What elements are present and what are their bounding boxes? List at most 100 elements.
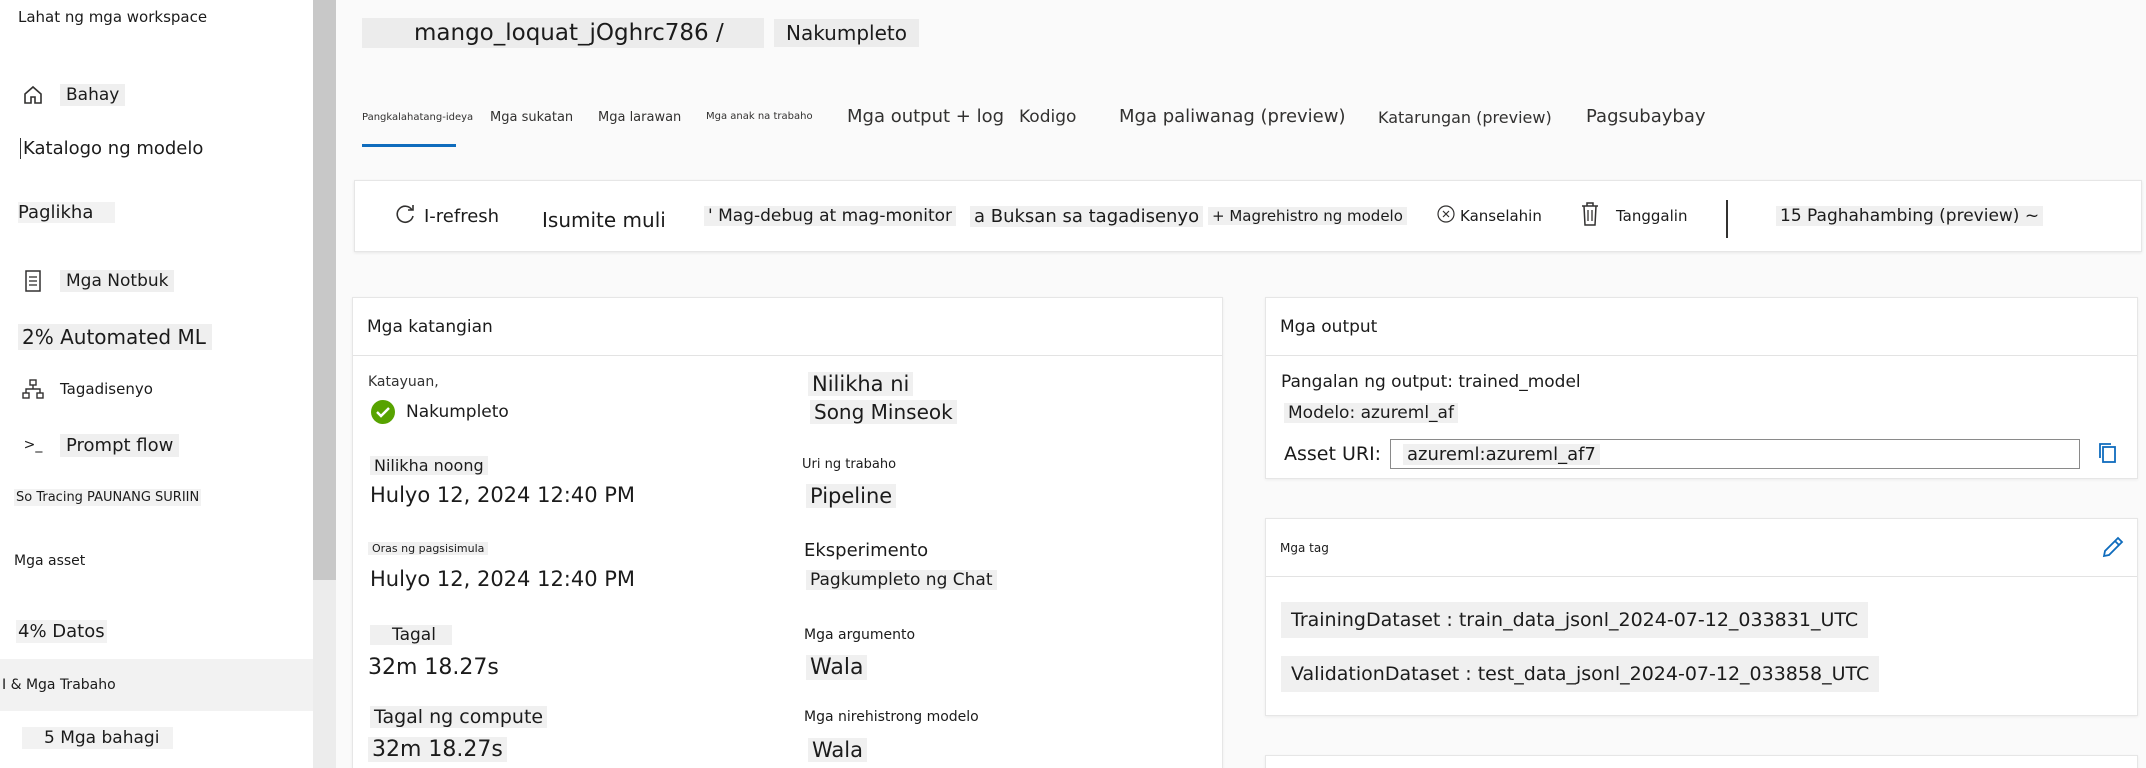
- tag-validation-dataset: ValidationDataset : test_data_jsonl_2024…: [1281, 656, 1880, 692]
- sidebar-section-authoring: Paglikha: [18, 202, 116, 223]
- tag-training-dataset: TrainingDataset : train_data_jsonl_2024-…: [1281, 602, 1869, 638]
- experiment-value[interactable]: Pagkumpleto ng Chat: [806, 570, 997, 590]
- sidebar-section-label: Paglikha: [18, 202, 116, 223]
- duration-value: 32m 18.27s: [368, 655, 499, 680]
- tab-explanations[interactable]: Mga paliwanag (preview): [1119, 106, 1346, 127]
- sidebar-item-label: So Tracing PAUNANG SURIIN: [14, 489, 202, 506]
- job-header: mango_loquat_jOghrc786 / Nakumpleto: [362, 18, 919, 48]
- start-time-label: Oras ng pagsisimula: [368, 542, 489, 555]
- open-designer-label: a Buksan sa tagadisenyo: [970, 205, 1204, 227]
- sidebar: Lahat ng mga workspace Bahay Katalogo ng…: [0, 0, 313, 768]
- sidebar-item-notebooks[interactable]: Mga Notbuk: [20, 268, 175, 294]
- resubmit-button[interactable]: Isumite muli: [542, 184, 666, 256]
- job-type-value: Pipeline: [806, 484, 897, 508]
- edit-tags-icon[interactable]: [2100, 534, 2126, 564]
- tab-monitoring[interactable]: Pagsubaybay: [1586, 106, 1706, 127]
- designer-icon: [20, 376, 46, 402]
- sidebar-item-jobs[interactable]: I & Mga Trabaho: [0, 659, 313, 711]
- copy-icon[interactable]: [2096, 441, 2118, 469]
- asset-uri-value: azureml:azureml_af7: [1403, 443, 1600, 465]
- sidebar-item-home[interactable]: Bahay: [20, 82, 126, 108]
- home-icon: [20, 82, 46, 108]
- sidebar-item-label: Mga Notbuk: [60, 270, 175, 292]
- registered-models-label: Mga nirehistrong modelo: [804, 709, 979, 725]
- sidebar-section-label: Mga asset: [14, 553, 86, 569]
- delete-label: Tanggalin: [1616, 207, 1688, 225]
- notebook-icon: [20, 268, 46, 294]
- open-designer-button[interactable]: a Buksan sa tagadisenyo: [970, 180, 1204, 252]
- created-on-label: Nilikha noong: [370, 456, 488, 475]
- sidebar-item-automated-ml[interactable]: 2% Automated ML: [18, 324, 212, 350]
- arguments-value: Wala: [806, 655, 868, 680]
- cancel-label: Kanselahin: [1460, 207, 1542, 225]
- debug-monitor-label: ' Mag-debug at mag-monitor: [704, 206, 957, 226]
- delete-icon: [1580, 201, 1600, 231]
- status-value: Nakumpleto: [370, 399, 509, 425]
- sidebar-item-label: I & Mga Trabaho: [2, 677, 116, 693]
- toolbar-divider: [1726, 200, 1728, 238]
- sidebar-item-label: Tagadisenyo: [60, 380, 153, 398]
- sidebar-item-label: 2% Automated ML: [18, 324, 212, 350]
- created-by-value: Song Minseok: [810, 400, 957, 424]
- tab-code[interactable]: Kodigo: [1019, 107, 1076, 127]
- all-workspaces-link[interactable]: Lahat ng mga workspace: [18, 8, 207, 26]
- tab-outputs-logs[interactable]: Mga output + log: [847, 106, 1004, 127]
- debug-monitor-button[interactable]: ' Mag-debug at mag-monitor: [704, 180, 957, 252]
- sidebar-item-data[interactable]: 4% Datos: [16, 620, 107, 643]
- output-name: Pangalan ng output: trained_model: [1281, 372, 1581, 392]
- asset-uri-label: Asset URI:: [1284, 443, 1382, 465]
- status-text: Nakumpleto: [406, 402, 509, 422]
- sidebar-scrollbar-thumb[interactable]: [313, 0, 336, 580]
- sidebar-item-label: Katalogo ng modelo: [20, 138, 203, 159]
- tab-fairness[interactable]: Katarungan (preview): [1378, 108, 1552, 127]
- sidebar-item-label: Bahay: [60, 84, 126, 106]
- properties-card: Mga katangian: [352, 297, 1223, 768]
- properties-heading: Mga katangian: [353, 298, 1222, 356]
- arguments-label: Mga argumento: [804, 627, 916, 643]
- workspace-label: Lahat ng mga workspace: [18, 8, 208, 26]
- tab-metrics[interactable]: Mga sukatan: [490, 110, 573, 125]
- sidebar-item-model-catalog[interactable]: Katalogo ng modelo: [20, 138, 203, 159]
- cancel-button[interactable]: Kanselahin: [1436, 180, 1542, 252]
- tab-images[interactable]: Mga larawan: [598, 110, 681, 125]
- refresh-label: I-refresh: [424, 205, 500, 227]
- experiment-label: Eksperimento: [804, 540, 929, 561]
- register-model-label: + Magrehistro ng modelo: [1208, 207, 1407, 225]
- compare-label: 15 Paghahambing (preview) ~: [1776, 206, 2044, 226]
- register-model-button[interactable]: + Magrehistro ng modelo: [1208, 180, 1407, 252]
- duration-label: Tagal: [370, 625, 452, 645]
- output-model[interactable]: Modelo: azureml_af: [1284, 403, 1458, 423]
- sidebar-item-designer[interactable]: Tagadisenyo: [20, 376, 153, 402]
- sidebar-item-components[interactable]: 5 Mga bahagi: [22, 727, 174, 749]
- status-badge: Nakumpleto: [774, 19, 919, 47]
- delete-button[interactable]: Tanggalin: [1580, 180, 1687, 252]
- cancel-icon: [1436, 204, 1456, 228]
- compare-button[interactable]: 15 Paghahambing (preview) ~: [1776, 180, 2044, 252]
- created-on-value: Hulyo 12, 2024 12:40 PM: [370, 483, 636, 507]
- sidebar-item-label: 4% Datos: [16, 620, 107, 643]
- status-label: Katayuan,: [368, 374, 439, 390]
- page-title: mango_loquat_jOghrc786 /: [362, 18, 764, 48]
- tab-child-jobs[interactable]: Mga anak na trabaho: [706, 111, 813, 122]
- prompt-flow-icon: >_: [23, 437, 43, 453]
- active-tab-indicator: [362, 144, 456, 147]
- job-type-label: Uri ng trabaho: [802, 457, 897, 472]
- created-by-label: Nilikha ni: [808, 372, 914, 396]
- tab-overview[interactable]: Pangkalahatang-ideya: [362, 112, 473, 123]
- resubmit-label: Isumite muli: [542, 208, 666, 232]
- start-time-value: Hulyo 12, 2024 12:40 PM: [370, 567, 636, 591]
- sidebar-item-tracing[interactable]: So Tracing PAUNANG SURIIN: [14, 489, 202, 506]
- refresh-button[interactable]: I-refresh: [392, 180, 499, 252]
- sidebar-item-label: Prompt flow: [60, 433, 180, 457]
- outputs-heading: Mga output: [1266, 298, 2137, 356]
- sidebar-item-label: 5 Mga bahagi: [22, 727, 174, 749]
- sidebar-item-prompt-flow[interactable]: >_ Prompt flow: [20, 432, 180, 458]
- compute-duration-value: 32m 18.27s: [368, 737, 507, 762]
- asset-uri-field[interactable]: azureml:azureml_af7: [1390, 439, 2080, 469]
- refresh-icon: [392, 201, 418, 232]
- registered-models-value: Wala: [808, 738, 867, 762]
- sidebar-section-assets: Mga asset: [14, 553, 85, 569]
- compute-duration-label: Tagal ng compute: [370, 706, 548, 728]
- tags-heading: Mga tag: [1266, 519, 2137, 577]
- next-card: [1265, 755, 2138, 768]
